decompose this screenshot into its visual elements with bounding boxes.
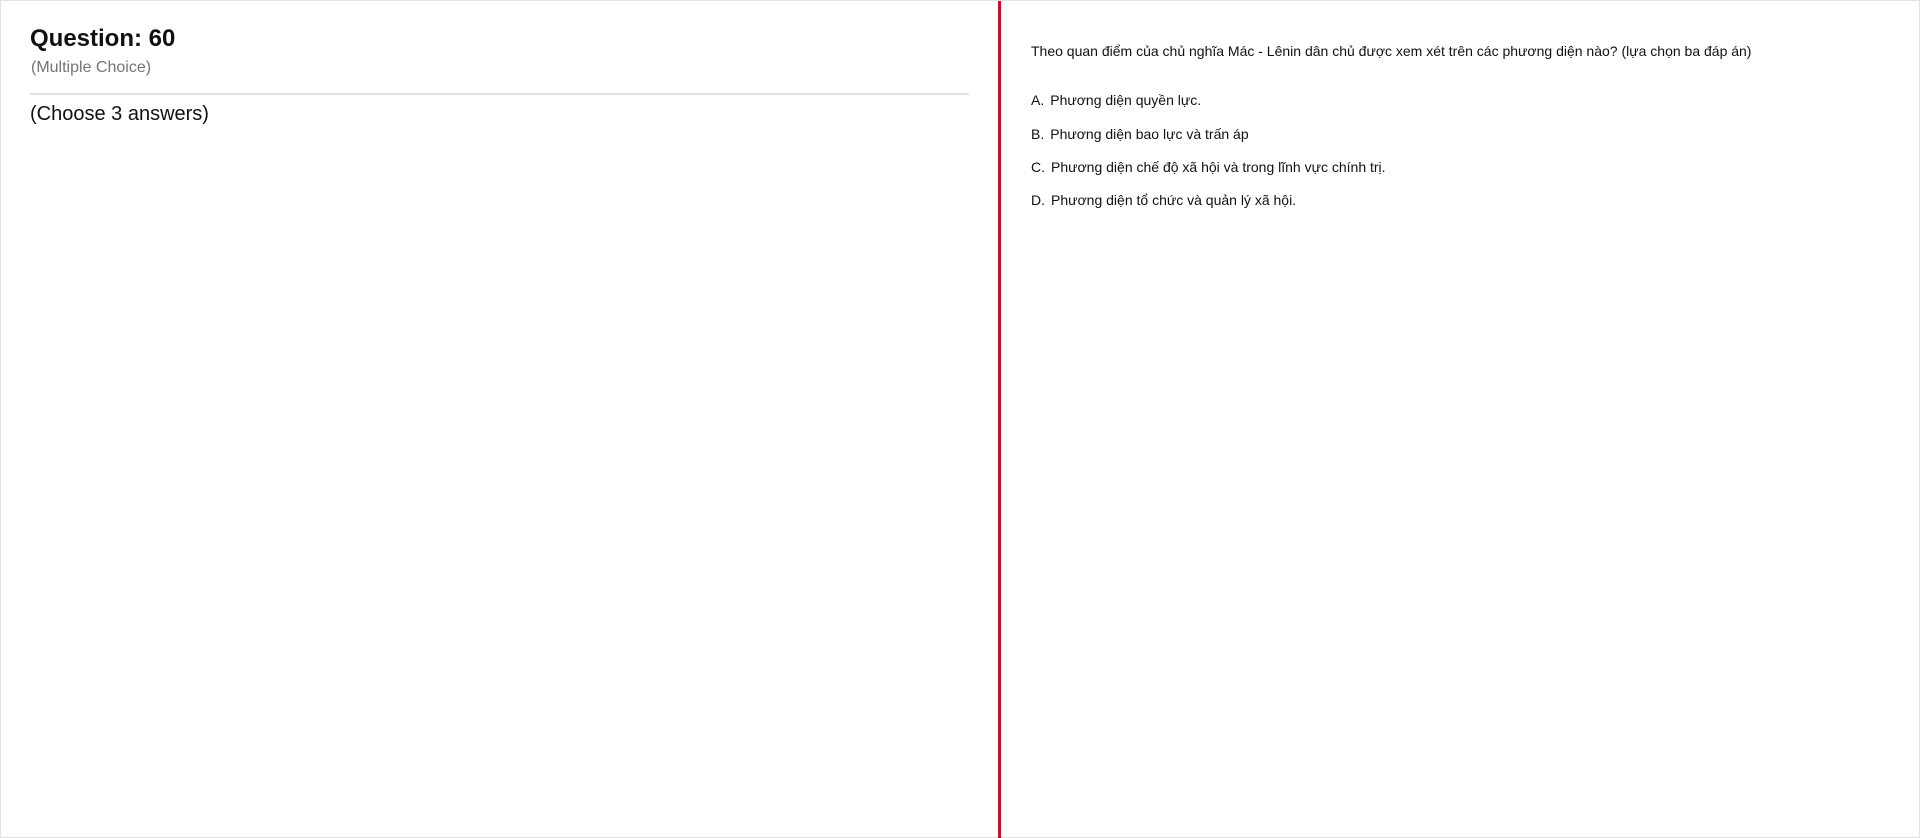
option-letter: A.: [1031, 92, 1045, 108]
header-divider: [30, 93, 969, 95]
app-window: Question: 60 (Multiple Choice) (Choose 3…: [0, 0, 1920, 838]
answer-option-a[interactable]: A. Phương diện quyền lực.: [1031, 92, 1201, 108]
answer-option-c[interactable]: C. Phương diện chế độ xã hội và trong lĩn…: [1031, 159, 1386, 175]
option-text: Phương diện chế độ xã hội và trong lĩnh …: [1051, 159, 1386, 175]
question-content-pane: Theo quan điểm của chủ nghĩa Mác - Lênin…: [1001, 1, 1919, 837]
option-text: Phương diện tổ chức và quản lý xã hội.: [1051, 192, 1297, 208]
option-text: Phương diện quyền lực.: [1050, 92, 1202, 108]
question-type-label: (Multiple Choice): [31, 59, 152, 76]
option-letter: D.: [1031, 192, 1045, 208]
question-title: Question: 60: [30, 25, 176, 52]
option-letter: C.: [1031, 159, 1045, 175]
question-info-pane: Question: 60 (Multiple Choice) (Choose 3…: [1, 1, 998, 837]
option-letter: B.: [1031, 126, 1045, 142]
question-text: Theo quan điểm của chủ nghĩa Mác - Lênin…: [1031, 43, 1752, 59]
answer-option-d[interactable]: D. Phương diện tổ chức và quản lý xã hội.: [1031, 192, 1296, 208]
answer-option-b[interactable]: B. Phương diện bao lực và trấn áp: [1031, 126, 1249, 142]
answer-instruction: (Choose 3 answers): [30, 103, 209, 125]
option-text: Phương diện bao lực và trấn áp: [1050, 126, 1249, 142]
